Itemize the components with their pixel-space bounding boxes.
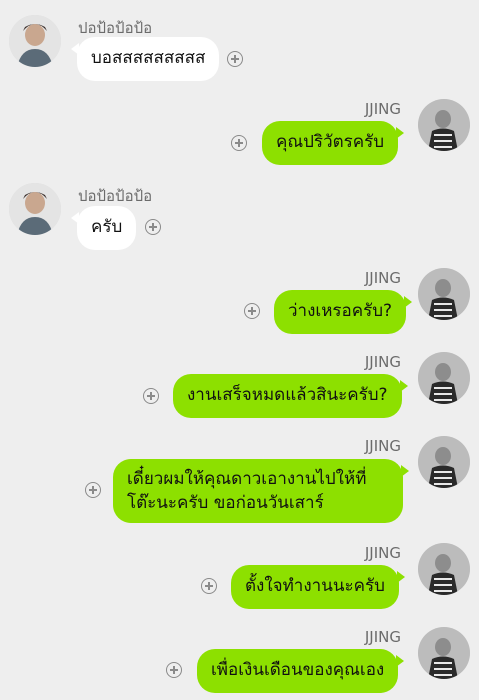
plus-circle-icon[interactable] — [166, 662, 182, 678]
plus-circle-icon[interactable] — [85, 482, 101, 498]
message-bubble[interactable]: ตั้งใจทำงานนะครับ — [231, 565, 405, 609]
sender-name: JJING — [364, 628, 401, 646]
sender-name: JJING — [364, 269, 401, 287]
avatar[interactable] — [418, 436, 470, 488]
plus-circle-icon[interactable] — [244, 303, 260, 319]
sender-name: JJING — [364, 100, 401, 118]
avatar[interactable] — [418, 543, 470, 595]
avatar[interactable] — [418, 99, 470, 151]
plus-circle-icon[interactable] — [227, 51, 243, 67]
plus-circle-icon[interactable] — [145, 219, 161, 235]
message-bubble[interactable]: งานเสร็จหมดแล้วสินะครับ? — [173, 374, 408, 418]
message-bubble[interactable]: บอสสสสสสสสส — [70, 37, 220, 81]
message-bubble[interactable]: ว่างเหรอครับ? — [274, 290, 413, 334]
message-bubble[interactable]: ครับ — [70, 206, 137, 250]
avatar[interactable] — [9, 183, 61, 235]
message-bubble[interactable]: เพื่อเงินเดือนของคุณเอง — [197, 649, 405, 693]
sender-name: JJING — [364, 544, 401, 562]
sender-name: ปอป้อป้อป้อ — [78, 187, 153, 205]
message-bubble[interactable]: เดี๋ยวผมให้คุณดาวเอางานไปให้ที่ โต๊ะนะคร… — [113, 459, 409, 523]
sender-name: JJING — [364, 437, 401, 455]
plus-circle-icon[interactable] — [143, 388, 159, 404]
plus-circle-icon[interactable] — [201, 578, 217, 594]
sender-name: JJING — [364, 353, 401, 371]
message-line: เดี๋ยวผมให้คุณดาวเอางานไปให้ที่ — [127, 469, 367, 489]
avatar[interactable] — [418, 627, 470, 679]
avatar[interactable] — [418, 268, 470, 320]
avatar[interactable] — [9, 15, 61, 67]
message-bubble[interactable]: คุณปริวัตรครับ — [262, 121, 405, 165]
avatar[interactable] — [418, 352, 470, 404]
message-line: โต๊ะนะครับ ขอก่อนวันเสาร์ — [127, 493, 324, 513]
plus-circle-icon[interactable] — [231, 135, 247, 151]
